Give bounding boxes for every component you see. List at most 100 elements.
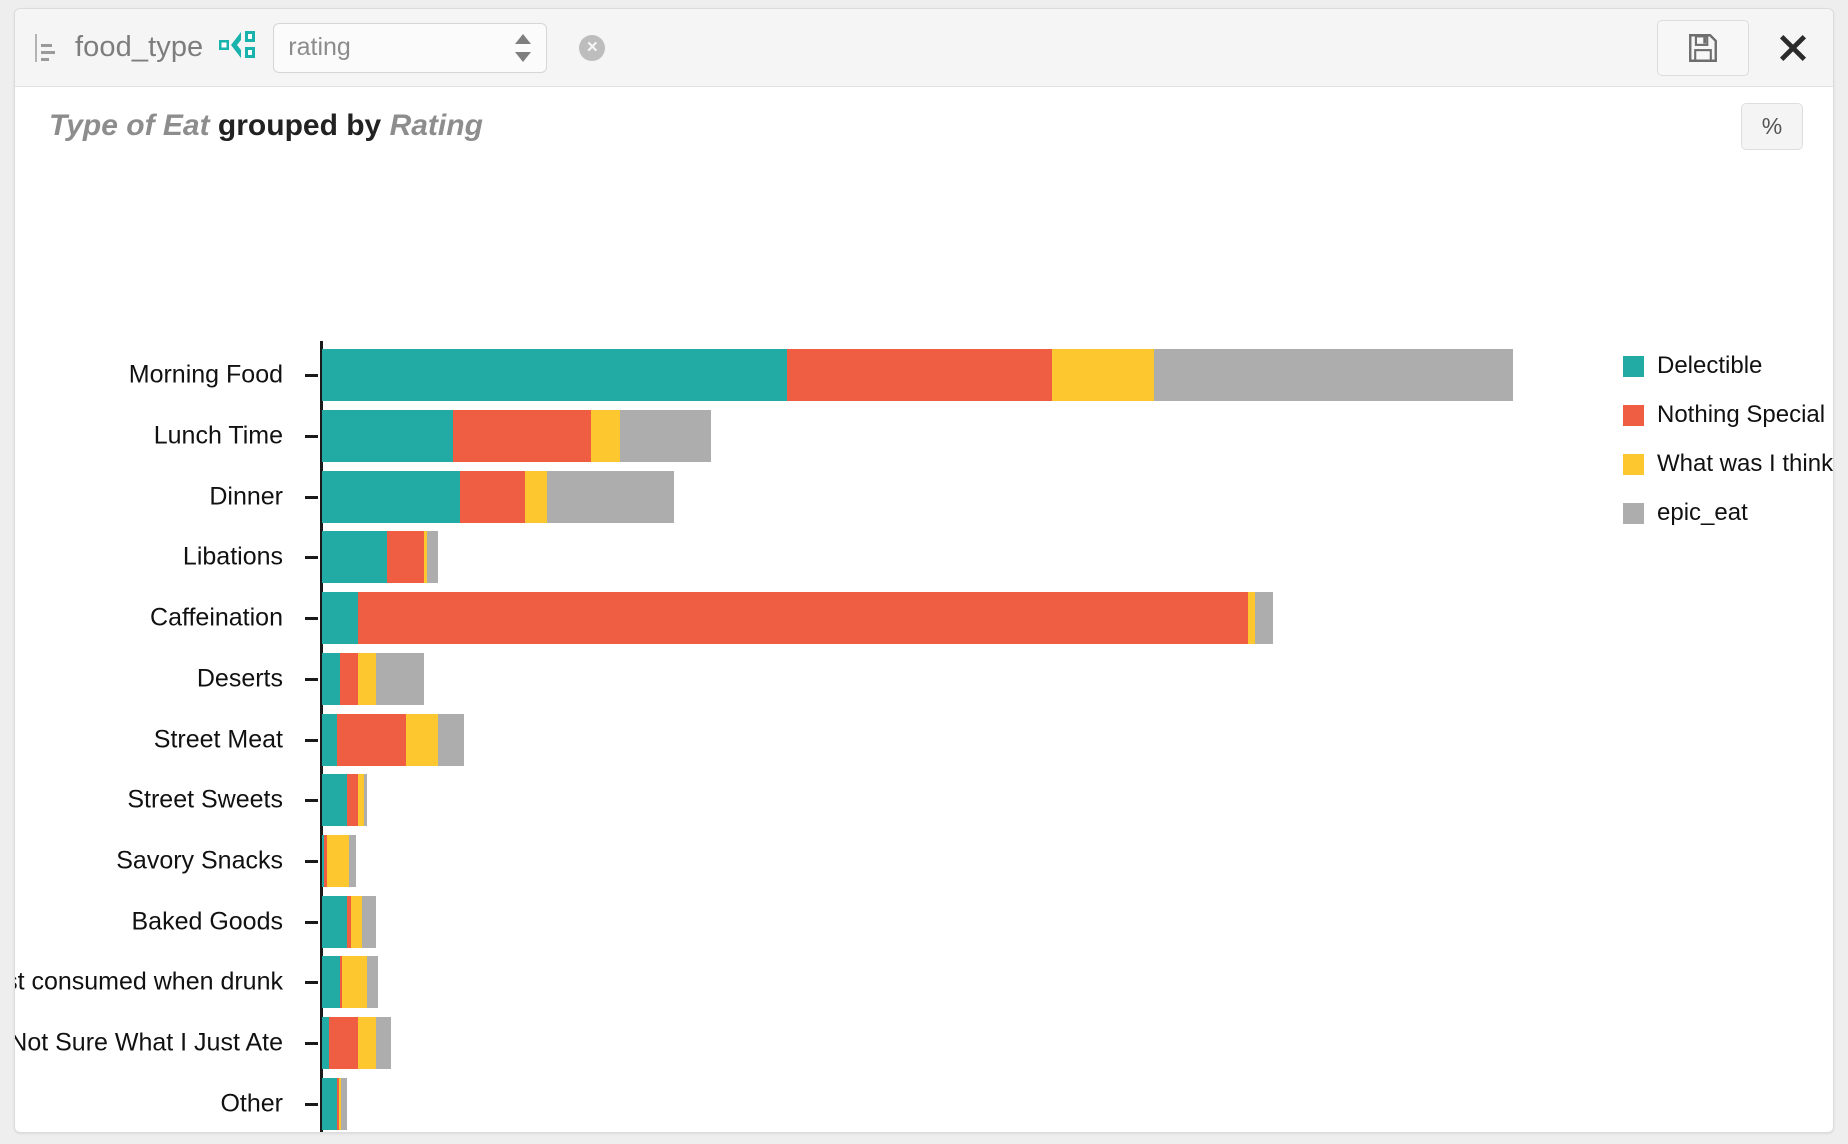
group-field-select-wrapper: rating (273, 22, 548, 73)
bar-segment[interactable] (786, 349, 1052, 402)
bar-row[interactable] (322, 713, 464, 766)
y-axis-tick (305, 738, 318, 742)
bar-segment[interactable] (1051, 349, 1154, 402)
bar-row[interactable] (322, 470, 675, 523)
bar-segment[interactable] (351, 895, 362, 948)
y-axis-tick (305, 435, 318, 439)
bar-row[interactable] (322, 592, 1274, 645)
bar-segment[interactable] (347, 774, 359, 827)
bar-row[interactable] (322, 1016, 391, 1069)
bar-row[interactable] (322, 895, 377, 948)
bar-segment[interactable] (322, 1077, 337, 1130)
legend-item[interactable]: epic_eat (1623, 498, 1833, 528)
y-axis-label: Baked Goods (131, 907, 284, 936)
bar-segment[interactable] (358, 652, 377, 705)
bar-segment[interactable] (427, 531, 439, 584)
bar-segment[interactable] (322, 713, 337, 766)
legend-item[interactable]: Delectible (1623, 351, 1833, 381)
bar-segment[interactable] (327, 834, 349, 887)
close-icon (1779, 34, 1807, 62)
bar-segment[interactable] (322, 895, 348, 948)
bar-segment[interactable] (363, 774, 368, 827)
bar-segment[interactable] (348, 834, 357, 887)
bar-segment[interactable] (376, 1016, 391, 1069)
bar-row[interactable] (322, 531, 439, 584)
bar-segment[interactable] (322, 774, 348, 827)
bar-segment[interactable] (1255, 592, 1274, 645)
save-button[interactable] (1657, 20, 1749, 76)
list-bars-icon (33, 33, 59, 63)
y-axis-label: Street Sweets (127, 785, 283, 814)
bar-row[interactable] (322, 956, 379, 1009)
chart-window: food_type rating × Type of Eat grouped b… (14, 8, 1834, 1133)
bar-segment[interactable] (358, 592, 1248, 645)
legend: Delectible Nothing Special What was I thin… (1623, 351, 1833, 547)
toolbar-right-group (1657, 9, 1815, 87)
bar-row[interactable] (322, 774, 368, 827)
bar-segment[interactable] (358, 1016, 377, 1069)
bar-row[interactable] (322, 410, 711, 463)
y-axis-label: Street Meat (153, 725, 283, 753)
bar-segment[interactable] (322, 592, 359, 645)
toolbar-left-group: food_type rating × (33, 22, 606, 73)
bar-segment[interactable] (340, 652, 359, 705)
y-axis-label: Morning Food (128, 360, 283, 389)
bar-segment[interactable] (525, 470, 548, 523)
bar-segment[interactable] (341, 1077, 347, 1130)
title-dimension-group: Rating (389, 109, 483, 142)
chart-canvas: Morning Food Lunch Time Dinner Libations Caf… (14, 163, 1833, 1132)
bar-segment[interactable] (619, 410, 711, 463)
y-axis-label: Lunch Time (153, 421, 283, 450)
legend-label: epic_eat (1657, 499, 1748, 526)
bar-segment[interactable] (438, 713, 464, 766)
bar-segment[interactable] (387, 531, 424, 584)
bar-segment[interactable] (322, 410, 453, 463)
bar-segment[interactable] (459, 470, 526, 523)
bar-segment[interactable] (367, 956, 379, 1009)
y-axis-tick (305, 859, 318, 863)
y-axis-label: Not Sure What I Just Ate (14, 1028, 283, 1057)
bar-row[interactable] (322, 1077, 347, 1130)
group-field-select[interactable]: rating (273, 22, 548, 73)
bar-segment[interactable] (1153, 349, 1514, 402)
select-stepper-icon[interactable] (515, 33, 532, 63)
close-button[interactable] (1771, 26, 1815, 70)
bar-segment[interactable] (329, 1016, 359, 1069)
legend-label: Delectible (1657, 352, 1763, 379)
field-name-label: food_type (75, 31, 204, 63)
clear-grouping-icon[interactable]: × (579, 34, 606, 61)
y-axis-tick (305, 374, 318, 378)
bar-segment[interactable] (452, 410, 591, 463)
legend-item[interactable]: What was I thinking (1623, 449, 1833, 479)
legend-item[interactable]: Nothing Special (1623, 400, 1833, 430)
bar-segment[interactable] (376, 652, 424, 705)
bar-segment[interactable] (405, 713, 439, 766)
legend-swatch (1623, 355, 1644, 377)
bar-segment[interactable] (361, 895, 377, 948)
y-axis-label: Libations (182, 542, 283, 571)
bar-segment[interactable] (322, 531, 388, 584)
bar-segment[interactable] (336, 713, 406, 766)
percent-toggle-button[interactable]: % (1741, 103, 1803, 150)
bar-segment[interactable] (1248, 592, 1256, 645)
bar-segment[interactable] (590, 410, 620, 463)
bar-segment[interactable] (322, 1016, 330, 1069)
y-axis-tick (305, 677, 318, 681)
title-dimension-x: Type of Eat (49, 109, 210, 142)
legend-swatch (1623, 453, 1644, 475)
group-by-icon[interactable] (219, 30, 257, 65)
plot-region (322, 345, 1593, 1132)
bar-segment[interactable] (322, 652, 341, 705)
bar-segment[interactable] (341, 956, 368, 1009)
bar-segment[interactable] (322, 349, 787, 402)
bar-row[interactable] (322, 349, 1514, 402)
y-axis-label: Caffeination (150, 603, 283, 632)
bar-segment[interactable] (547, 470, 675, 523)
bar-segment[interactable] (322, 470, 460, 523)
y-axis-tick (305, 617, 318, 621)
bar-row[interactable] (322, 652, 424, 705)
bar-row[interactable] (322, 834, 357, 887)
y-axis-label: Deserts (196, 664, 283, 693)
bar-segment[interactable] (322, 956, 341, 1009)
y-axis-label: Other (220, 1089, 283, 1118)
